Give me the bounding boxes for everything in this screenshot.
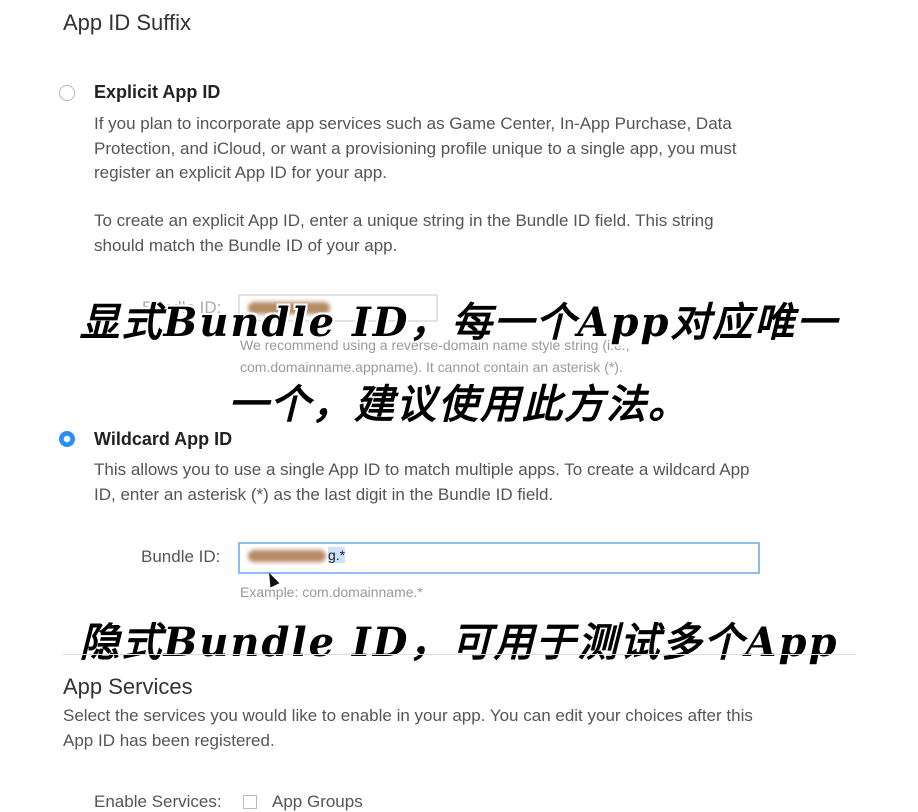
- wildcard-example: Example: com.domainname.*: [240, 584, 423, 600]
- desc-line: should match the Bundle ID of your app.: [94, 235, 398, 255]
- service-checkbox[interactable]: [243, 795, 257, 809]
- explicit-radio[interactable]: [59, 85, 75, 101]
- bundle-suffix: g.*: [328, 547, 346, 563]
- desc-line: This allows you to use a single App ID t…: [94, 460, 750, 479]
- desc-line: Select the services you would like to en…: [63, 706, 753, 725]
- wildcard-bundle-label: Bundle ID:: [141, 547, 221, 566]
- desc-line: Protection, and iCloud, or want a provis…: [94, 138, 737, 158]
- annotation-explicit-line2: 一个，建议使用此方法。: [228, 381, 690, 428]
- annotation-wildcard: 隐式Bundle ID，可用于测试多个App: [79, 619, 839, 666]
- section-title-app-id-suffix: App ID Suffix: [63, 10, 191, 35]
- desc-line: App ID has been registered.: [63, 730, 275, 750]
- annotation-explicit-line1: 显式Bundle ID，每一个App对应唯一: [79, 299, 839, 346]
- wildcard-bundle-input[interactable]: g.*: [238, 542, 760, 574]
- wildcard-option-title: Wildcard App ID: [94, 429, 233, 449]
- explicit-option-title: Explicit App ID: [94, 82, 221, 102]
- explicit-description: If you plan to incorporate app services …: [94, 112, 737, 186]
- desc-line: register an explicit App ID for your app…: [94, 163, 387, 182]
- service-label: App Groups: [272, 792, 363, 811]
- section-title-app-services: App Services: [63, 674, 193, 699]
- wildcard-radio[interactable]: [59, 431, 75, 447]
- enable-services-label: Enable Services:: [94, 792, 222, 811]
- services-description: Select the services you would like to en…: [63, 704, 753, 753]
- section-divider: [63, 654, 856, 655]
- redacted-bundle-value: [248, 550, 326, 563]
- desc-line: ID, enter an asterisk (*) as the last di…: [94, 484, 554, 504]
- desc-line: If you plan to incorporate app services …: [94, 114, 732, 133]
- explicit-instructions: To create an explicit App ID, enter a un…: [94, 209, 714, 258]
- wildcard-description: This allows you to use a single App ID t…: [94, 458, 749, 507]
- desc-line: To create an explicit App ID, enter a un…: [94, 211, 714, 230]
